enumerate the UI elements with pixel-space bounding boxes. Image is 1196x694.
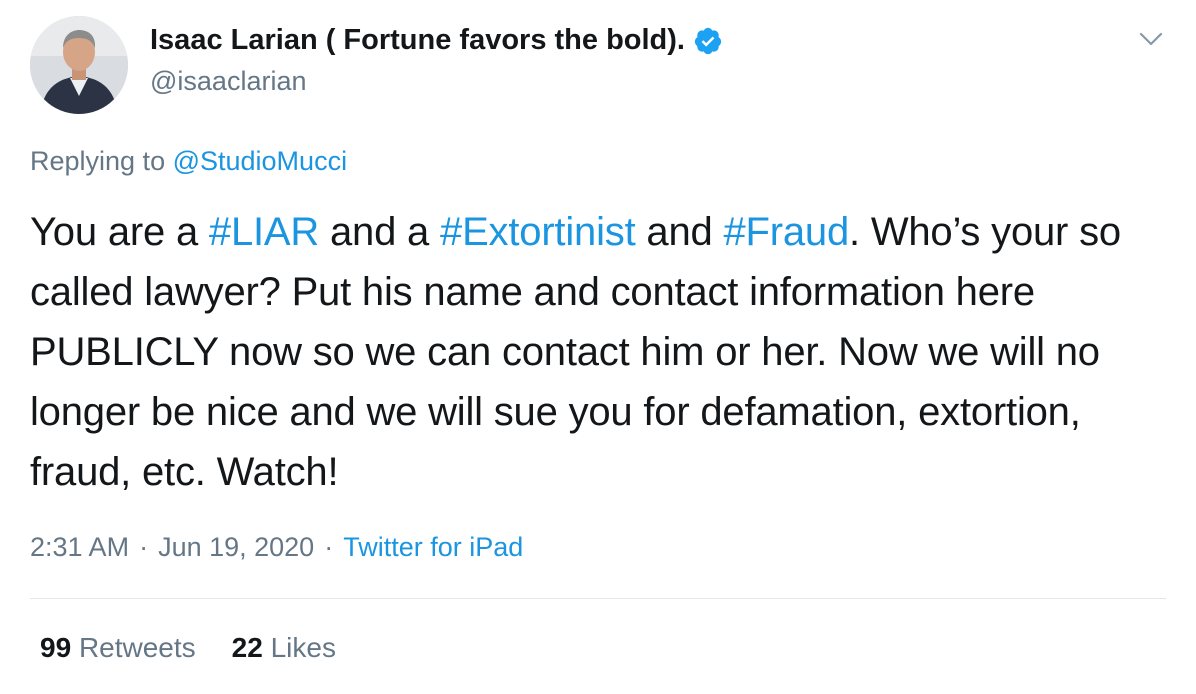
divider: [30, 598, 1166, 599]
retweets-stat[interactable]: 99 Retweets: [40, 632, 196, 664]
likes-stat[interactable]: 22 Likes: [232, 632, 336, 664]
chevron-down-icon[interactable]: [1138, 28, 1164, 50]
tweet-text-part: and a: [319, 210, 441, 254]
likes-label: Likes: [270, 632, 336, 663]
verified-badge-icon: [693, 26, 723, 56]
likes-count: 22: [231, 632, 263, 663]
author-name-text[interactable]: Isaac Larian ( Fortune favors the bold).: [150, 24, 685, 57]
avatar-image: [30, 16, 128, 114]
author-handle[interactable]: @isaaclarian: [150, 66, 306, 97]
retweets-label: Retweets: [78, 632, 196, 663]
tweet-stats: 99 Retweets 22 Likes: [40, 632, 372, 664]
tweet-text: You are a #LIAR and a #Extortinist and #…: [30, 202, 1180, 502]
tweet-meta: 2:31 AM · Jun 19, 2020 · Twitter for iPad: [30, 532, 523, 563]
tweet: Isaac Larian ( Fortune favors the bold).…: [0, 0, 1196, 694]
meta-separator: ·: [324, 532, 334, 562]
author-name[interactable]: Isaac Larian ( Fortune favors the bold).: [150, 24, 723, 57]
hashtag-link[interactable]: #LIAR: [209, 210, 319, 254]
retweets-count: 99: [40, 632, 72, 663]
reply-prefix: Replying to: [30, 146, 173, 176]
hashtag-link[interactable]: #Extortinist: [440, 210, 636, 254]
tweet-date[interactable]: Jun 19, 2020: [158, 532, 314, 562]
tweet-source-link[interactable]: Twitter for iPad: [343, 532, 523, 562]
avatar[interactable]: [30, 16, 128, 114]
hashtag-link[interactable]: #Fraud: [723, 210, 849, 254]
meta-separator: ·: [139, 532, 149, 562]
tweet-text-part: You are a: [30, 210, 209, 254]
tweet-time[interactable]: 2:31 AM: [30, 532, 129, 562]
reply-target-link[interactable]: @StudioMucci: [173, 146, 347, 176]
tweet-text-part: and: [635, 210, 724, 254]
reply-context: Replying to @StudioMucci: [30, 146, 347, 177]
